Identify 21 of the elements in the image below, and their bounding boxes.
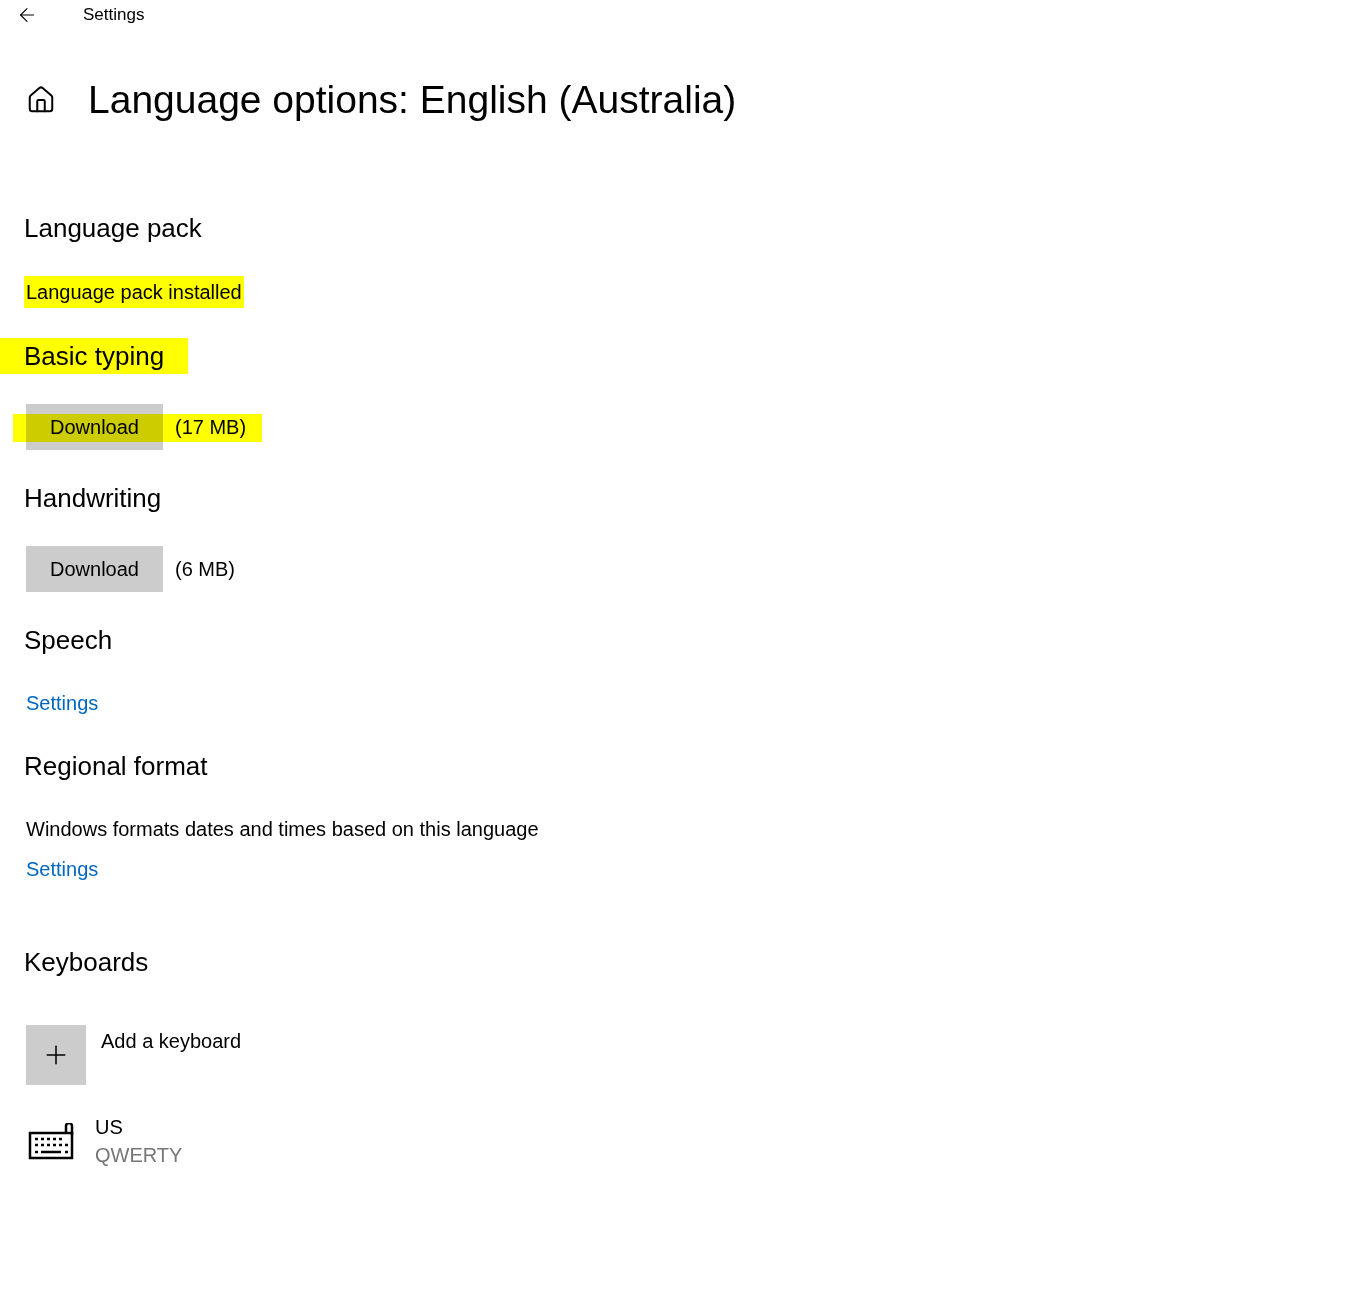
section-heading: Regional format — [24, 750, 208, 783]
keyboard-name: US — [95, 1115, 124, 1140]
section-heading: Handwriting — [24, 482, 162, 515]
window-title: Settings — [83, 4, 145, 27]
section-heading: Keyboards — [24, 946, 149, 979]
keyboard-icon — [28, 1123, 76, 1161]
section-heading: Basic typing — [0, 338, 189, 374]
section-heading: Language pack — [24, 212, 202, 245]
download-size: (6 MB) — [175, 557, 235, 582]
download-button[interactable]: Download — [26, 404, 163, 450]
settings-link[interactable]: Settings — [26, 688, 99, 718]
section-heading: Speech — [24, 624, 113, 657]
status-text: Language pack installed — [24, 276, 244, 308]
description-text: Windows formats dates and times based on this language — [26, 817, 540, 842]
page-title: Language options: English (Australia) — [88, 78, 737, 122]
download-button[interactable]: Download — [26, 546, 163, 592]
download-size: (17 MB) — [175, 415, 247, 440]
keyboard-layout: QWERTY — [95, 1143, 183, 1168]
add-keyboard-label: Add a keyboard — [101, 1029, 242, 1054]
settings-link[interactable]: Settings — [26, 854, 99, 884]
home-icon[interactable] — [26, 85, 56, 115]
